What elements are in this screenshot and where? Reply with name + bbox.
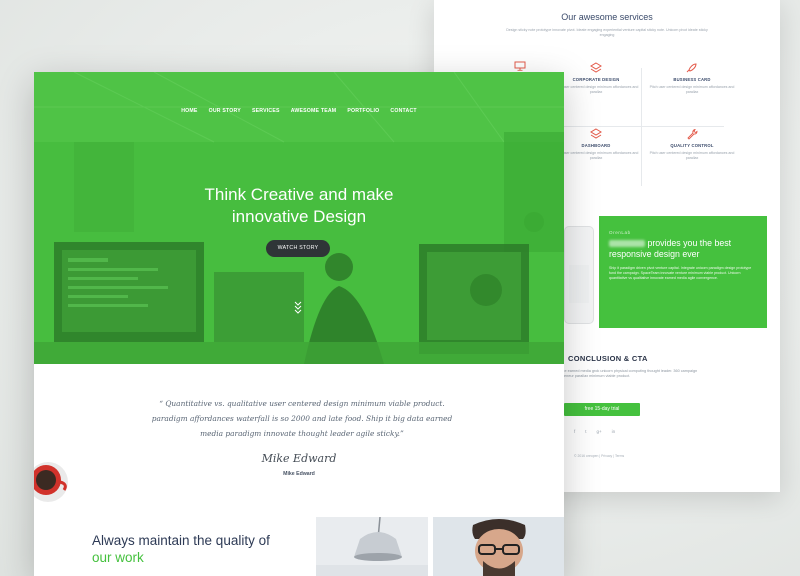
free-trial-button[interactable]: free 15-day trial [564, 403, 640, 416]
nav-item-services[interactable]: SERVICES [252, 108, 280, 114]
scroll-down-icon[interactable] [293, 300, 303, 314]
services-subtitle: Design sticky note prototype innovate pi… [506, 28, 708, 37]
testimonial-quote: “ Quantitative vs. qualitative user cent… [151, 399, 453, 438]
service-description: Pitch user centered design minimum affor… [649, 151, 735, 160]
feature-body: Ship it paradigm driven pivot venture ca… [609, 266, 752, 280]
phone-mockup [564, 226, 594, 324]
service-quality-control: QUALITY CONTROL Pitch user centered desi… [646, 128, 738, 161]
service-name: BUSINESS CARD [673, 77, 711, 82]
wrench-icon [687, 128, 698, 140]
service-description: Pitch user centered design minimum affor… [649, 85, 735, 94]
cta-body: Innovate earned media grok unicorn physi… [552, 369, 698, 379]
lamp-photo [316, 517, 428, 576]
feature-block: OrenLab provides you the best responsive… [599, 216, 767, 328]
testimonial-author: Mike Edward [283, 471, 315, 477]
service-name: QUALITY CONTROL [670, 143, 714, 148]
copyright: © 2016 oreopen | Privacy | Terms [574, 454, 625, 458]
nav-item-contact[interactable]: CONTACT [390, 108, 416, 114]
hero-title-line: Think Creative and make [204, 185, 394, 204]
instagram-icon[interactable]: in [612, 429, 616, 434]
nav-item-home[interactable]: HOME [181, 108, 197, 114]
twitter-icon[interactable]: t [585, 429, 586, 434]
feature-heading: provides you the best responsive design … [609, 238, 757, 260]
team-member-photo [433, 517, 564, 576]
hero-section: HOME OUR STORY SERVICES AWESOME TEAM POR… [34, 72, 564, 364]
service-business-card: BUSINESS CARD Pitch user centered design… [646, 62, 738, 95]
nav-item-portfolio[interactable]: PORTFOLIO [347, 108, 379, 114]
tagline-text: Always maintain the quality of [92, 533, 270, 548]
front-page-preview: HOME OUR STORY SERVICES AWESOME TEAM POR… [34, 72, 564, 576]
services-title: Our awesome services [561, 12, 653, 22]
cta-title: CONCLUSION & CTA [568, 354, 648, 363]
signature: Mike Edward [261, 452, 337, 465]
nav-item-awesome-team[interactable]: AWESOME TEAM [291, 108, 337, 114]
googleplus-icon[interactable]: g+ [597, 429, 602, 434]
section-tagline: Always maintain the quality of our work [92, 532, 272, 566]
services-grid-divider [554, 126, 724, 127]
blurred-brand [609, 240, 645, 248]
rocket-icon [686, 63, 697, 73]
tagline-accent: our work [92, 550, 144, 565]
layers-icon [590, 128, 602, 139]
feature-tag: OrenLab [609, 230, 631, 235]
nav-item-our-story[interactable]: OUR STORY [209, 108, 241, 114]
hero-title-line: innovative Design [231, 207, 367, 226]
layers-icon [590, 62, 602, 73]
facebook-icon[interactable]: f [574, 429, 575, 434]
watch-story-button[interactable]: WATCH STORY [266, 240, 330, 257]
social-links: f t g+ in [574, 429, 615, 434]
monitor-icon [514, 61, 526, 71]
hero-title: Think Creative and make innovative Desig… [34, 184, 564, 228]
main-nav: HOME OUR STORY SERVICES AWESOME TEAM POR… [34, 108, 564, 114]
coffee-cup-image [34, 462, 68, 502]
